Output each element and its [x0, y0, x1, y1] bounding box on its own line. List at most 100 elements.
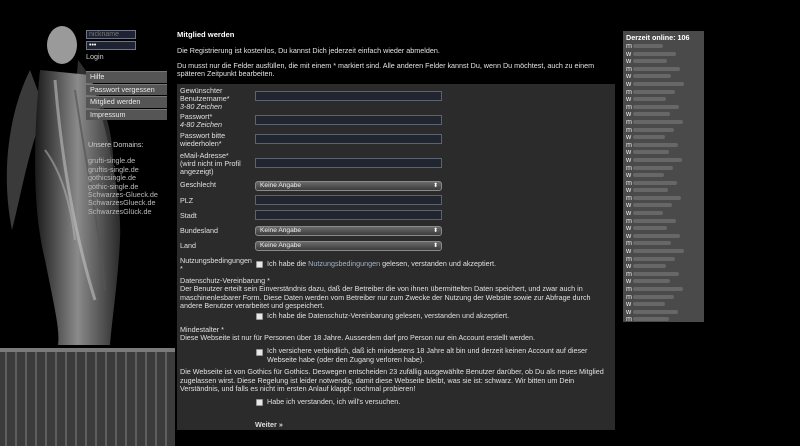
online-user-item[interactable]: w [626, 110, 704, 118]
blurred-username [633, 302, 665, 307]
password-repeat-label: Passwort bitte wiederholen* [180, 131, 226, 148]
online-count-title: Derzeit online: 106 [626, 33, 690, 42]
blurred-username [633, 279, 670, 284]
blurred-username [633, 241, 671, 246]
chevron-updown-icon: ⬍ [432, 183, 438, 189]
gothic-checkbox[interactable] [256, 399, 263, 406]
blurred-username [633, 226, 667, 231]
online-user-item[interactable]: w [626, 232, 704, 240]
username-input[interactable] [255, 91, 442, 101]
country-label: Land [180, 241, 196, 250]
blurred-username [633, 66, 680, 71]
online-user-item[interactable]: w [626, 247, 704, 255]
blurred-username [633, 287, 683, 291]
online-user-item[interactable]: m [626, 216, 704, 225]
age-checkbox[interactable] [256, 349, 263, 356]
username-hint: 3-80 Zeichen [180, 102, 222, 111]
online-user-item[interactable]: w [626, 95, 704, 103]
menu-item-register[interactable]: Mitglied werden [86, 96, 167, 108]
city-input[interactable] [255, 210, 442, 220]
online-user-item[interactable]: m [626, 163, 704, 172]
online-user-item[interactable]: m [626, 194, 704, 202]
main-content: Mitglied werden Die Registrierung ist ko… [177, 30, 613, 85]
gothic-check-label: Habe ich verstanden, ich will's versuche… [267, 397, 401, 406]
online-user-item[interactable]: m [626, 254, 704, 263]
nickname-input[interactable] [86, 30, 136, 39]
blurred-username [633, 218, 676, 223]
blurred-username [633, 157, 682, 162]
online-user-item[interactable]: m [626, 178, 704, 187]
online-user-item[interactable]: w [626, 224, 704, 232]
online-user-item[interactable]: w [626, 262, 704, 270]
blurred-username [633, 150, 669, 155]
online-user-item[interactable]: m [626, 64, 704, 73]
online-user-item[interactable]: w [626, 80, 704, 88]
login-link[interactable]: Login [86, 52, 168, 61]
online-user-item[interactable]: w [626, 148, 704, 156]
country-select[interactable]: Keine Angabe ⬍ [255, 241, 442, 251]
password-input-field[interactable] [255, 115, 442, 125]
page-title: Mitglied werden [177, 30, 235, 39]
email-label: eMail-Adresse* (wird nicht im Profil ang… [180, 151, 241, 176]
online-user-item[interactable]: m [626, 285, 704, 293]
online-user-item[interactable]: m [626, 140, 704, 149]
menu-item-imprint[interactable]: Impressum [86, 108, 167, 120]
blurred-username [633, 211, 663, 216]
online-user-item[interactable]: m [626, 118, 704, 126]
online-user-item[interactable]: m [626, 239, 704, 247]
intro-text: Die Registrierung ist kostenlos, Du kann… [177, 46, 440, 55]
email-hint: (wird nicht im Profil angezeigt) [180, 159, 241, 176]
online-user-item[interactable]: w [626, 156, 704, 164]
blurred-username [633, 59, 667, 64]
online-user-item[interactable]: w [626, 57, 704, 65]
terms-link[interactable]: Nutzungsbedingungen [308, 259, 380, 268]
online-user-item[interactable]: m [626, 42, 704, 50]
blurred-username [633, 249, 684, 254]
password-input[interactable] [86, 41, 136, 50]
privacy-checkbox[interactable] [256, 313, 263, 320]
online-user-item[interactable]: w [626, 72, 704, 80]
state-select[interactable]: Keine Angabe ⬍ [255, 226, 442, 236]
terms-text: Ich habe die Nutzungsbedingungen gelesen… [267, 259, 496, 268]
online-user-item[interactable]: w [626, 133, 704, 141]
online-user-item[interactable]: m [626, 125, 704, 134]
online-user-item[interactable]: m [626, 270, 704, 278]
privacy-text: Der Benutzer erteilt sein Einverständnis… [180, 284, 591, 311]
gender-select[interactable]: Keine Angabe ⬍ [255, 181, 442, 191]
password-hint: 4-80 Zeichen [180, 120, 222, 129]
blurred-username [633, 173, 664, 178]
blurred-username [633, 309, 678, 314]
online-user-item[interactable]: w [626, 209, 704, 217]
online-user-item[interactable]: w [626, 201, 704, 209]
online-user-item[interactable]: w [626, 186, 704, 194]
country-select-value: Keine Angabe [260, 242, 302, 249]
password-repeat-input[interactable] [255, 134, 442, 144]
online-user-item[interactable]: w [626, 277, 704, 285]
gothic-text: Die Webseite ist von Gothics für Gothics… [180, 367, 604, 394]
password-label: Passwort* 4-80 Zeichen [180, 112, 222, 129]
online-user-item[interactable]: m [626, 292, 704, 301]
blurred-username [633, 188, 668, 193]
domain-link[interactable]: SchwarzesGlück.de [88, 207, 173, 216]
city-label: Stadt [180, 211, 197, 220]
email-input[interactable] [255, 158, 442, 168]
registration-form: Gewünschter Benutzername* 3-80 Zeichen P… [177, 84, 615, 430]
online-user-item[interactable]: m [626, 102, 704, 111]
online-user-item[interactable]: w [626, 307, 704, 316]
menu-item-help[interactable]: Hilfe [86, 71, 167, 83]
blurred-username [633, 195, 681, 200]
terms-checkbox[interactable] [256, 261, 263, 268]
blurred-username [633, 180, 677, 185]
online-user-item[interactable]: w [626, 300, 704, 308]
online-user-item[interactable]: m [626, 87, 704, 96]
online-user-item[interactable]: m [626, 315, 704, 323]
zip-input[interactable] [255, 195, 442, 205]
online-user-item[interactable]: w [626, 49, 704, 58]
online-user-item[interactable]: w [626, 171, 704, 179]
state-select-value: Keine Angabe [260, 227, 302, 234]
continue-button[interactable]: Weiter » [255, 420, 283, 429]
domains-list: Unsere Domains: grufti-single.de gruftis… [88, 140, 173, 216]
privacy-check-label: Ich habe die Datenschutz-Vereinbarung ge… [267, 311, 510, 320]
angel-statue-image [0, 0, 175, 446]
menu-item-forgot-password[interactable]: Passwort vergessen [86, 83, 167, 95]
